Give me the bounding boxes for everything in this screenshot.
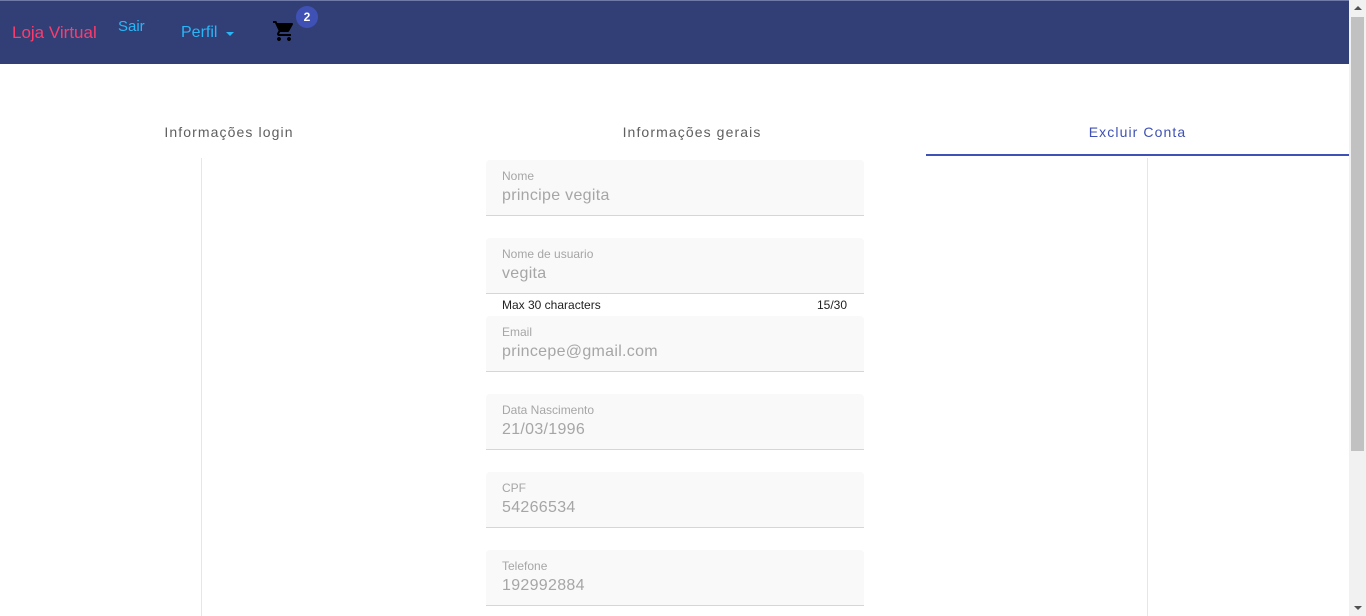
username-field[interactable]: Nome de usuario: [486, 238, 864, 294]
scroll-down-arrow-icon[interactable]: [1349, 599, 1366, 616]
brand-link[interactable]: Loja Virtual: [12, 23, 97, 43]
cpf-input[interactable]: [502, 498, 842, 518]
tab-login-info[interactable]: Informações login: [0, 108, 458, 156]
scrollbar-thumb[interactable]: [1351, 17, 1364, 451]
username-label: Nome de usuario: [502, 247, 594, 261]
tab-general-info[interactable]: Informações gerais: [458, 108, 926, 156]
username-input[interactable]: [502, 264, 842, 284]
tab-bar: Informações login Informações gerais Exc…: [0, 108, 1349, 156]
phone-input[interactable]: [502, 576, 842, 596]
nome-input[interactable]: [502, 186, 842, 206]
content-divider-right: [1147, 158, 1148, 616]
shopping-cart-icon[interactable]: [272, 19, 296, 43]
email-field[interactable]: Email: [486, 316, 864, 372]
phone-label: Telefone: [502, 559, 548, 573]
nome-field[interactable]: Nome: [486, 160, 864, 216]
nome-label: Nome: [502, 169, 535, 183]
logout-link[interactable]: Sair: [118, 18, 145, 36]
vertical-scrollbar[interactable]: [1349, 0, 1366, 616]
profile-dropdown-label: Perfil: [181, 24, 218, 41]
phone-field[interactable]: Telefone: [486, 550, 864, 606]
birthdate-label: Data Nascimento: [502, 403, 595, 417]
email-label: Email: [502, 325, 533, 339]
top-navbar: Loja Virtual Sair Perfil 2: [0, 0, 1349, 64]
tab-delete-account[interactable]: Excluir Conta: [926, 108, 1349, 156]
caret-down-icon: [226, 31, 235, 36]
active-tab-indicator: [926, 154, 1349, 156]
scroll-up-arrow-icon[interactable]: [1349, 0, 1366, 17]
username-char-counter: 15/30: [816, 298, 847, 312]
cart-count-badge: 2: [296, 6, 318, 28]
email-input[interactable]: [502, 342, 842, 362]
content-divider-left: [201, 158, 202, 616]
cpf-label: CPF: [502, 481, 526, 495]
birthdate-field[interactable]: Data Nascimento: [486, 394, 864, 450]
birthdate-input[interactable]: [502, 420, 842, 440]
page: Loja Virtual Sair Perfil 2 Informações l…: [0, 0, 1349, 616]
cpf-field[interactable]: CPF: [486, 472, 864, 528]
username-hint: Max 30 characters: [502, 298, 601, 312]
profile-dropdown[interactable]: Perfil: [181, 23, 235, 43]
